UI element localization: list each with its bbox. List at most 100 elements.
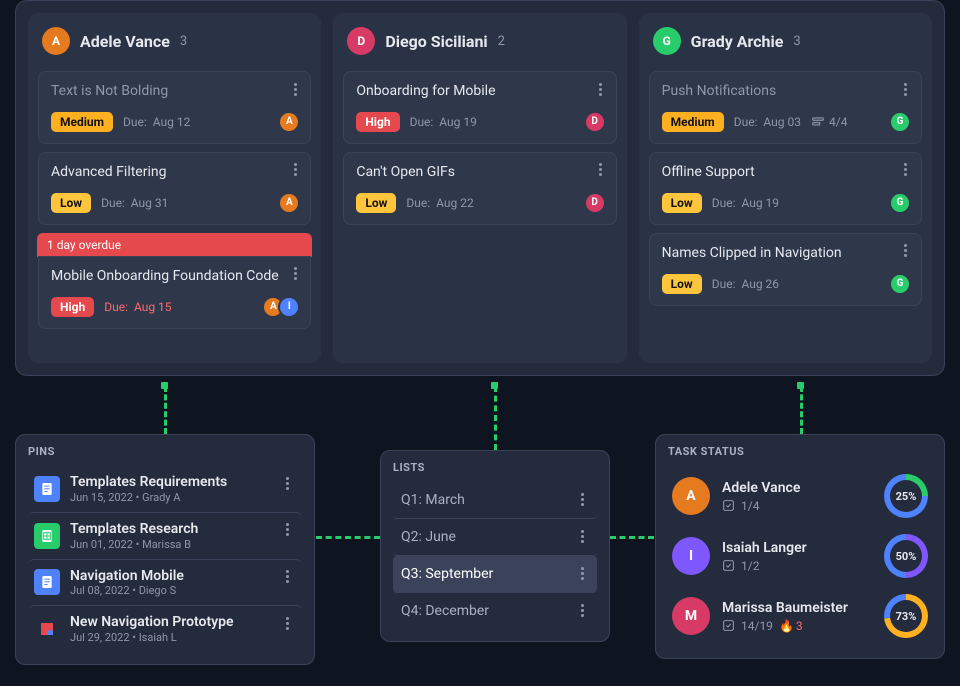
avatar: A	[278, 192, 300, 214]
avatar: A	[672, 477, 710, 515]
progress-percentage: 50%	[884, 534, 928, 578]
progress-donut: 25%	[884, 474, 928, 518]
card-title: Can't Open GIFs	[356, 163, 605, 182]
status-check-count: 1/4	[722, 499, 800, 513]
task-card[interactable]: Names Clipped in Navigation Low Due: Aug…	[649, 233, 922, 306]
avatar: I	[672, 537, 710, 575]
card-title: Text is Not Bolding	[51, 82, 300, 101]
panel-title: LISTS	[393, 461, 597, 474]
card-menu-button[interactable]	[897, 242, 915, 260]
pin-subtitle: Jul 08, 2022 • Diego S	[70, 584, 184, 597]
priority-badge: Low	[662, 274, 702, 294]
pin-title: Templates Research	[70, 521, 198, 538]
connector-node	[161, 382, 168, 389]
progress-donut: 50%	[884, 534, 928, 578]
status-person-name: Isaiah Langer	[722, 540, 807, 556]
card-menu-button[interactable]	[278, 568, 296, 586]
card-menu-button[interactable]	[592, 161, 610, 179]
due-date: Due: Aug 19	[410, 115, 477, 129]
card-menu-button[interactable]	[573, 490, 591, 508]
card-menu-button[interactable]	[897, 161, 915, 179]
pin-item[interactable]: Templates Research Jun 01, 2022 • Mariss…	[28, 512, 302, 559]
list-item-label: Q4: December	[401, 603, 489, 619]
file-type-icon	[34, 523, 60, 549]
connector-node	[491, 382, 498, 389]
progress-percentage: 25%	[884, 474, 928, 518]
card-title: Onboarding for Mobile	[356, 82, 605, 101]
pin-item[interactable]: Navigation Mobile Jul 08, 2022 • Diego S	[28, 559, 302, 606]
avatar: I	[278, 296, 300, 318]
column-header: A Adele Vance 3	[38, 23, 311, 63]
task-card[interactable]: Offline Support Low Due: Aug 19 G	[649, 152, 922, 225]
list-item[interactable]: Q2: June	[393, 519, 597, 556]
card-title: Offline Support	[662, 163, 911, 182]
pins-panel: PINS Templates Requirements Jun 15, 2022…	[15, 434, 315, 665]
pin-title: New Navigation Prototype	[70, 614, 234, 631]
task-card[interactable]: Push Notifications Medium Due: Aug 03 4/…	[649, 71, 922, 144]
card-menu-button[interactable]	[286, 80, 304, 98]
status-row[interactable]: A Adele Vance 1/4 25%	[668, 466, 932, 526]
card-menu-button[interactable]	[573, 601, 591, 619]
progress-percentage: 73%	[884, 594, 928, 638]
card-menu-button[interactable]	[897, 80, 915, 98]
pin-item[interactable]: New Navigation Prototype Jul 29, 2022 • …	[28, 605, 302, 652]
lists-panel: LISTS Q1: March Q2: June Q3: September Q…	[380, 450, 610, 642]
list-item[interactable]: Q3: September	[393, 556, 597, 593]
status-check-count: 1/2	[722, 559, 807, 573]
card-menu-button[interactable]	[286, 265, 304, 283]
column-owner-name: Adele Vance	[80, 32, 170, 51]
card-menu-button[interactable]	[278, 474, 296, 492]
card-title: Advanced Filtering	[51, 163, 300, 182]
status-check-count: 14/19 🔥 3	[722, 619, 848, 633]
connector	[316, 536, 380, 539]
card-menu-button[interactable]	[573, 564, 591, 582]
column-count: 3	[180, 34, 187, 49]
card-title: Push Notifications	[662, 82, 911, 101]
column-count: 3	[793, 34, 800, 49]
column-owner-name: Grady Archie	[691, 32, 784, 51]
pin-item[interactable]: Templates Requirements Jun 15, 2022 • Gr…	[28, 466, 302, 512]
list-item[interactable]: Q1: March	[393, 482, 597, 519]
due-date: Due: Aug 26	[712, 277, 779, 291]
assignee-list: G	[895, 111, 911, 133]
flame-count: 🔥 3	[779, 619, 803, 633]
pin-title: Navigation Mobile	[70, 568, 184, 585]
list-item-label: Q1: March	[401, 492, 465, 508]
avatar: D	[584, 111, 606, 133]
task-card[interactable]: Can't Open GIFs Low Due: Aug 22 D	[343, 152, 616, 225]
avatar: G	[889, 273, 911, 295]
connector	[494, 386, 497, 450]
overdue-banner: 1 day overdue	[37, 233, 312, 257]
status-row[interactable]: M Marissa Baumeister 14/19 🔥 3 73%	[668, 586, 932, 646]
priority-badge: Low	[662, 193, 702, 213]
task-card[interactable]: Onboarding for Mobile High Due: Aug 19 D	[343, 71, 616, 144]
panel-title: PINS	[28, 445, 302, 458]
card-menu-button[interactable]	[592, 80, 610, 98]
column-owner-name: Diego Siciliani	[385, 32, 487, 51]
card-title: Names Clipped in Navigation	[662, 244, 911, 263]
due-date: Due: Aug 19	[712, 196, 779, 210]
connector	[164, 386, 167, 434]
status-row[interactable]: I Isaiah Langer 1/2 50%	[668, 526, 932, 586]
assignee-list: G	[895, 192, 911, 214]
task-card[interactable]: 1 day overdue Mobile Onboarding Foundati…	[38, 233, 311, 329]
card-menu-button[interactable]	[278, 521, 296, 539]
file-type-icon	[34, 476, 60, 502]
priority-badge: High	[51, 297, 94, 317]
card-menu-button[interactable]	[573, 527, 591, 545]
priority-badge: Medium	[51, 112, 113, 132]
assignee-list: G	[895, 273, 911, 295]
assignee-list: A	[284, 192, 300, 214]
card-menu-button[interactable]	[286, 161, 304, 179]
due-date: Due: Aug 15	[104, 300, 171, 314]
card-menu-button[interactable]	[278, 614, 296, 632]
priority-badge: Low	[356, 193, 396, 213]
priority-badge: High	[356, 112, 399, 132]
list-item[interactable]: Q4: December	[393, 593, 597, 629]
task-card[interactable]: Text is Not Bolding Medium Due: Aug 12 A	[38, 71, 311, 144]
connector	[610, 536, 654, 539]
board-column: G Grady Archie 3 Push Notifications Medi…	[639, 13, 932, 363]
status-person-name: Marissa Baumeister	[722, 600, 848, 616]
task-status-panel: TASK STATUS A Adele Vance 1/4 25% I Isai…	[655, 434, 945, 659]
task-card[interactable]: Advanced Filtering Low Due: Aug 31 A	[38, 152, 311, 225]
